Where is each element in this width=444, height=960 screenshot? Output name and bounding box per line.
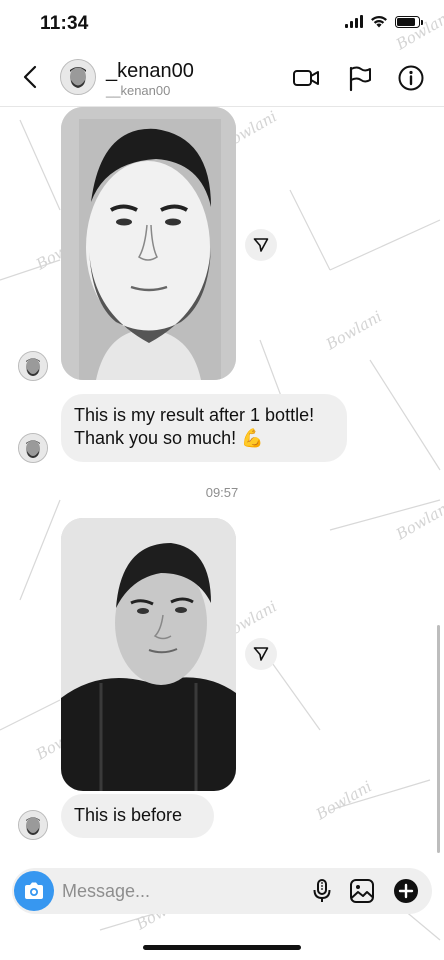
avatar-face-icon	[19, 811, 47, 839]
sender-avatar[interactable]	[18, 433, 48, 463]
message-text-bubble[interactable]: This is my result after 1 bottle! Thank …	[61, 394, 347, 462]
contact-display-name[interactable]: _kenan00	[106, 60, 194, 83]
info-icon[interactable]	[397, 64, 425, 92]
camera-button[interactable]	[14, 871, 54, 911]
scrollbar[interactable]	[437, 625, 440, 853]
send-icon	[253, 238, 269, 252]
message-list[interactable]: This is my result after 1 bottle! Thank …	[0, 107, 444, 857]
message-input[interactable]	[62, 879, 302, 903]
message-text-line: This is before	[74, 805, 183, 825]
sender-avatar[interactable]	[18, 351, 48, 381]
message-text-bubble[interactable]: This is before	[61, 794, 214, 838]
message-photo[interactable]	[61, 107, 236, 380]
flag-icon[interactable]	[346, 64, 374, 92]
contact-username: __kenan00	[106, 83, 171, 98]
share-photo-button[interactable]	[245, 638, 277, 670]
cellular-signal-icon	[345, 15, 363, 28]
microphone-icon	[313, 879, 331, 902]
avatar-face-icon	[19, 434, 47, 462]
camera-icon	[25, 882, 43, 899]
header-avatar[interactable]	[60, 59, 96, 95]
avatar-face-icon	[19, 352, 47, 380]
more-options-button[interactable]	[392, 877, 420, 905]
gallery-icon	[350, 879, 374, 903]
back-icon[interactable]	[18, 64, 44, 90]
portrait-photo-1	[61, 107, 236, 380]
microphone-button[interactable]	[308, 877, 336, 905]
message-composer	[12, 868, 432, 914]
avatar-face-icon	[61, 60, 95, 94]
portrait-photo-2	[61, 518, 236, 791]
video-call-icon[interactable]	[292, 64, 320, 92]
battery-icon	[395, 15, 423, 28]
gallery-button[interactable]	[348, 877, 376, 905]
status-time: 11:34	[40, 13, 89, 34]
wifi-icon	[371, 15, 387, 28]
message-timestamp: 09:57	[205, 485, 239, 500]
message-text-line: Thank you so much! 💪	[74, 428, 264, 448]
share-photo-button[interactable]	[245, 229, 277, 261]
status-bar: 11:34	[0, 0, 444, 46]
chat-header: _kenan00 __kenan00	[0, 46, 444, 107]
plus-circle-icon	[394, 879, 418, 903]
status-icons	[345, 15, 423, 28]
home-indicator[interactable]	[143, 945, 301, 950]
battery-level	[397, 17, 415, 26]
message-text-line: This is my result after 1 bottle!	[74, 405, 315, 425]
send-icon	[253, 647, 269, 661]
sender-avatar[interactable]	[18, 810, 48, 840]
message-photo[interactable]	[61, 518, 236, 791]
